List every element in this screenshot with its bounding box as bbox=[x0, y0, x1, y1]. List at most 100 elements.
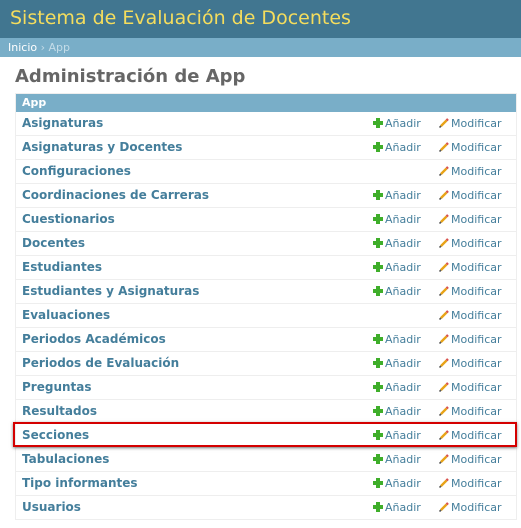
change-link[interactable]: Modificar bbox=[439, 260, 502, 275]
pencil-icon bbox=[439, 454, 449, 464]
model-row: Coordinaciones de Carreras Añadir Modifica… bbox=[16, 184, 516, 208]
add-link-label: Añadir bbox=[385, 285, 421, 298]
add-link[interactable]: Añadir bbox=[373, 476, 421, 491]
change-link-label: Modificar bbox=[451, 285, 502, 298]
change-link[interactable]: Modificar bbox=[439, 116, 502, 131]
change-link-label: Modificar bbox=[451, 381, 502, 394]
change-link[interactable]: Modificar bbox=[439, 428, 502, 443]
model-name-link[interactable]: Usuarios bbox=[22, 500, 81, 515]
model-name-link[interactable]: Estudiantes bbox=[22, 260, 102, 275]
add-link[interactable]: Añadir bbox=[373, 332, 421, 347]
add-link[interactable]: Añadir bbox=[373, 380, 421, 395]
add-link-label: Añadir bbox=[385, 333, 421, 346]
add-link[interactable]: Añadir bbox=[373, 236, 421, 251]
model-row: Secciones Añadir Modificar bbox=[16, 424, 516, 448]
change-link-label: Modificar bbox=[451, 309, 502, 322]
change-link[interactable]: Modificar bbox=[439, 140, 502, 155]
breadcrumb: Inicio › App bbox=[0, 38, 521, 57]
model-name-link[interactable]: Periodos de Evaluación bbox=[22, 356, 179, 371]
pencil-icon bbox=[439, 478, 449, 488]
change-link[interactable]: Modificar bbox=[439, 164, 502, 179]
model-row: Asignaturas Añadir Modificar bbox=[16, 112, 516, 136]
add-link[interactable]: Añadir bbox=[373, 356, 421, 371]
change-link[interactable]: Modificar bbox=[439, 284, 502, 299]
change-link[interactable]: Modificar bbox=[439, 452, 502, 467]
add-link[interactable]: Añadir bbox=[373, 452, 421, 467]
add-link[interactable]: Añadir bbox=[373, 428, 421, 443]
plus-icon bbox=[373, 262, 383, 272]
add-link[interactable]: Añadir bbox=[373, 260, 421, 275]
model-row: Asignaturas y Docentes Añadir Modificar bbox=[16, 136, 516, 160]
model-name-link[interactable]: Tabulaciones bbox=[22, 452, 109, 467]
plus-icon bbox=[373, 454, 383, 464]
pencil-icon bbox=[439, 382, 449, 392]
add-link-label: Añadir bbox=[385, 213, 421, 226]
app-module-caption[interactable]: App bbox=[16, 94, 516, 112]
breadcrumb-home-link[interactable]: Inicio bbox=[8, 41, 37, 54]
plus-icon bbox=[373, 214, 383, 224]
plus-icon bbox=[373, 286, 383, 296]
plus-icon bbox=[373, 334, 383, 344]
add-link[interactable]: Añadir bbox=[373, 404, 421, 419]
model-name-link[interactable]: Asignaturas y Docentes bbox=[22, 140, 182, 155]
pencil-icon bbox=[439, 358, 449, 368]
add-link[interactable]: Añadir bbox=[373, 188, 421, 203]
model-name-link[interactable]: Evaluaciones bbox=[22, 308, 110, 323]
change-link[interactable]: Modificar bbox=[439, 332, 502, 347]
add-link[interactable]: Añadir bbox=[373, 500, 421, 515]
change-link[interactable]: Modificar bbox=[439, 188, 502, 203]
add-link[interactable]: Añadir bbox=[373, 116, 421, 131]
model-row: Periodos Académicos Añadir Modificar bbox=[16, 328, 516, 352]
add-link-label: Añadir bbox=[385, 405, 421, 418]
change-link[interactable]: Modificar bbox=[439, 404, 502, 419]
change-link[interactable]: Modificar bbox=[439, 500, 502, 515]
change-link-label: Modificar bbox=[451, 477, 502, 490]
plus-icon bbox=[373, 430, 383, 440]
model-row: Tipo informantes Añadir Modificar bbox=[16, 472, 516, 496]
model-row: Tabulaciones Añadir Modificar bbox=[16, 448, 516, 472]
model-row: Evaluaciones Modificar bbox=[16, 304, 516, 328]
change-link[interactable]: Modificar bbox=[439, 212, 502, 227]
pencil-icon bbox=[439, 310, 449, 320]
change-link[interactable]: Modificar bbox=[439, 236, 502, 251]
model-name-link[interactable]: Preguntas bbox=[22, 380, 92, 395]
pencil-icon bbox=[439, 214, 449, 224]
change-link[interactable]: Modificar bbox=[439, 308, 502, 323]
change-link[interactable]: Modificar bbox=[439, 476, 502, 491]
add-link-label: Añadir bbox=[385, 237, 421, 250]
model-row: Configuraciones Modificar bbox=[16, 160, 516, 184]
site-title[interactable]: Sistema de Evaluación de Docentes bbox=[10, 6, 521, 30]
model-name-link[interactable]: Asignaturas bbox=[22, 116, 103, 131]
add-link-label: Añadir bbox=[385, 117, 421, 130]
add-link[interactable]: Añadir bbox=[373, 284, 421, 299]
change-link[interactable]: Modificar bbox=[439, 356, 502, 371]
add-link[interactable]: Añadir bbox=[373, 140, 421, 155]
page-title: Administración de App bbox=[15, 66, 246, 87]
site-header: Sistema de Evaluación de Docentes bbox=[0, 0, 521, 38]
change-link-label: Modificar bbox=[451, 189, 502, 202]
pencil-icon bbox=[439, 286, 449, 296]
model-row: Preguntas Añadir Modificar bbox=[16, 376, 516, 400]
model-name-link[interactable]: Configuraciones bbox=[22, 164, 131, 179]
model-name-link[interactable]: Periodos Académicos bbox=[22, 332, 166, 347]
change-link[interactable]: Modificar bbox=[439, 380, 502, 395]
pencil-icon bbox=[439, 502, 449, 512]
change-link-label: Modificar bbox=[451, 501, 502, 514]
change-link-label: Modificar bbox=[451, 429, 502, 442]
plus-icon bbox=[373, 238, 383, 248]
model-name-link[interactable]: Docentes bbox=[22, 236, 85, 251]
model-name-link[interactable]: Resultados bbox=[22, 404, 97, 419]
model-name-link[interactable]: Estudiantes y Asignaturas bbox=[22, 284, 199, 299]
model-row: Estudiantes y Asignaturas Añadir Modificar bbox=[16, 280, 516, 304]
add-link-label: Añadir bbox=[385, 189, 421, 202]
app-module-table: App Asignaturas Añadir Modificar Asignatura… bbox=[15, 93, 517, 520]
pencil-icon bbox=[439, 406, 449, 416]
model-name-link[interactable]: Coordinaciones de Carreras bbox=[22, 188, 209, 203]
add-link-label: Añadir bbox=[385, 381, 421, 394]
add-link[interactable]: Añadir bbox=[373, 212, 421, 227]
plus-icon bbox=[373, 382, 383, 392]
pencil-icon bbox=[439, 430, 449, 440]
model-name-link[interactable]: Tipo informantes bbox=[22, 476, 138, 491]
model-name-link[interactable]: Cuestionarios bbox=[22, 212, 115, 227]
model-name-link[interactable]: Secciones bbox=[22, 428, 89, 443]
